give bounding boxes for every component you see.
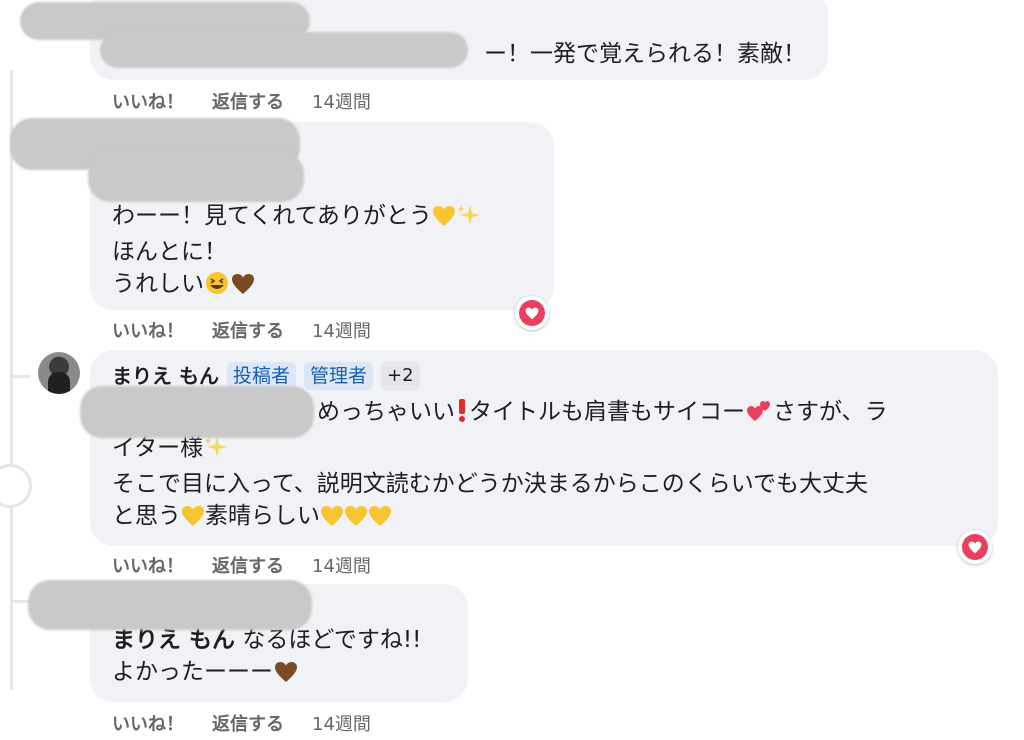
timestamp[interactable]: 14週間 xyxy=(312,710,371,736)
avatar[interactable] xyxy=(38,352,80,394)
comment-bubble-3: まりえ もん 投稿者 管理者 +2 めっちゃいい タイトルも肩書もサイコー さすが、… xyxy=(90,350,998,546)
yellow-heart-icon xyxy=(432,204,456,236)
tag-admin: 管理者 xyxy=(303,362,373,390)
heart-icon xyxy=(525,307,539,319)
comment-actions-1: いいね！ 返信する 14週間 xyxy=(112,88,371,114)
reply-button[interactable]: 返信する xyxy=(212,710,284,736)
redacted-name xyxy=(28,580,312,630)
heart-icon xyxy=(968,541,982,553)
yellow-heart-icon xyxy=(320,504,344,536)
comment-text-line: そこで目に入って、説明文読むかどうか決まるからこのくらいでも大丈夫 xyxy=(112,471,869,497)
timestamp[interactable]: 14週間 xyxy=(312,88,371,114)
sparkles-icon xyxy=(456,203,482,236)
comment-text-line: なるほどですね!! xyxy=(242,627,422,653)
grinning-squinting-face-icon xyxy=(204,271,230,304)
comment-text-line: 素晴らしい xyxy=(205,503,320,529)
brown-heart-icon xyxy=(273,660,299,692)
like-button[interactable]: いいね！ xyxy=(112,552,184,578)
comment-text-line: さすが、ラ xyxy=(773,399,888,425)
comment-text-line: タイトルも肩書もサイコー xyxy=(469,399,745,425)
comment-actions-3: いいね！ 返信する 14週間 xyxy=(112,552,371,578)
comment-actions-2: いいね！ 返信する 14週間 xyxy=(112,317,371,343)
thread-branch xyxy=(10,375,30,378)
comment-actions-4: いいね！ 返信する 14週間 xyxy=(112,710,371,736)
exclamation-mark-icon xyxy=(455,397,469,432)
brown-heart-icon xyxy=(230,272,256,304)
redacted-text xyxy=(80,386,314,438)
mention-link[interactable]: まりえ もん xyxy=(112,627,235,653)
reply-button[interactable]: 返信する xyxy=(212,317,284,343)
timestamp[interactable]: 14週間 xyxy=(312,552,371,578)
reply-button[interactable]: 返信する xyxy=(212,552,284,578)
reaction-badge[interactable] xyxy=(958,530,992,564)
comment-text-line: わーー！見てくれてありがとう xyxy=(112,203,432,229)
comment-text-line: イター様 xyxy=(112,435,204,461)
thread-branch xyxy=(10,600,30,603)
yellow-heart-icon xyxy=(368,504,392,536)
two-hearts-icon xyxy=(745,399,773,432)
like-button[interactable]: いいね！ xyxy=(112,710,184,736)
thread-node xyxy=(0,464,32,508)
timestamp[interactable]: 14週間 xyxy=(312,317,371,343)
yellow-heart-icon xyxy=(181,504,205,536)
redacted-text xyxy=(100,32,468,68)
comment-text-line: うれしい xyxy=(112,271,204,297)
comment-text-line: めっちゃいい xyxy=(317,399,455,425)
reaction-badge[interactable] xyxy=(515,296,549,330)
comment-text-line: と思う xyxy=(112,503,181,529)
comment-text-line: よかったーーー xyxy=(112,659,273,685)
thread-line xyxy=(10,70,13,690)
like-button[interactable]: いいね！ xyxy=(112,317,184,343)
redacted-name xyxy=(88,152,304,202)
yellow-heart-icon xyxy=(344,504,368,536)
tag-count[interactable]: +2 xyxy=(381,362,420,390)
like-button[interactable]: いいね！ xyxy=(112,88,184,114)
sparkles-icon xyxy=(203,435,229,468)
reply-button[interactable]: 返信する xyxy=(212,88,284,114)
comment-text-line: ほんとに！ xyxy=(112,239,227,265)
